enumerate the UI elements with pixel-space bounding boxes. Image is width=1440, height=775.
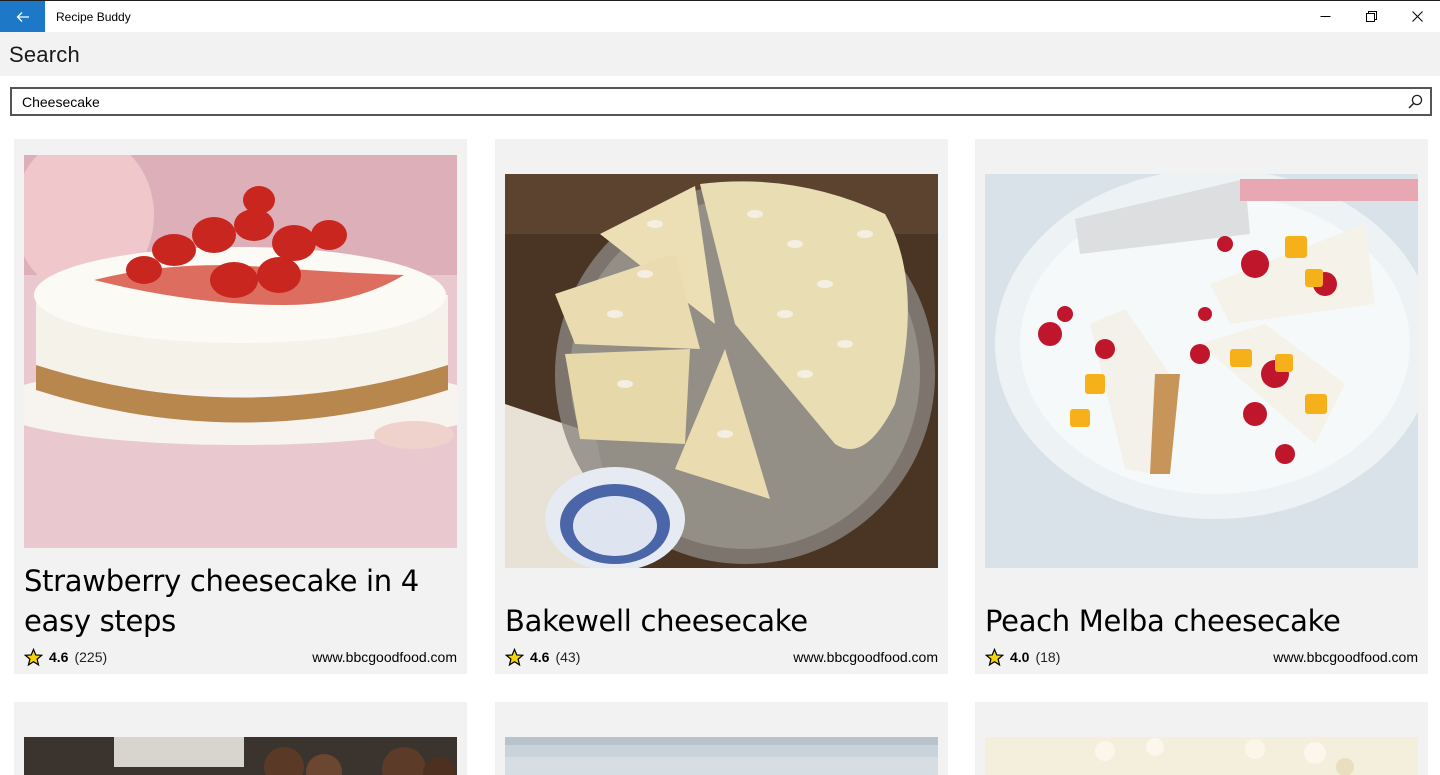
- restore-icon: [1365, 11, 1377, 22]
- recipe-source: www.bbcgoodfood.com: [1273, 649, 1418, 665]
- recipe-image: [985, 737, 1418, 775]
- bakewell-cheesecake-photo: [505, 174, 938, 568]
- recipe-image: [985, 174, 1418, 568]
- recipe-title: Strawberry cheesecake in 4 easy steps: [24, 564, 419, 638]
- rating-count: (43): [555, 649, 581, 665]
- recipe-meta: 4.6 (43) www.bbcgoodfood.com: [505, 647, 938, 667]
- search-box: [10, 87, 1432, 116]
- page-header: Search: [0, 32, 1440, 76]
- recipe-card[interactable]: Peach Melba cheesecake 4.0 (18) www.bbcg…: [975, 139, 1428, 674]
- minimize-icon: [1320, 16, 1330, 17]
- recipe-title: Peach Melba cheesecake: [985, 604, 1341, 638]
- recipe-photo: [985, 737, 1418, 775]
- back-button[interactable]: [0, 1, 45, 32]
- recipe-source: www.bbcgoodfood.com: [312, 649, 457, 665]
- star-icon: [985, 647, 1004, 666]
- rating-value: 4.6: [530, 649, 550, 665]
- recipe-photo: [505, 737, 938, 775]
- back-arrow-icon: [16, 11, 29, 22]
- recipe-card[interactable]: Strawberry cheesecake in 4 easy steps 4.…: [14, 139, 467, 674]
- recipe-image: [505, 174, 938, 568]
- close-button[interactable]: [1394, 1, 1440, 32]
- rating-count: (225): [74, 649, 108, 665]
- rating-value: 4.6: [49, 649, 69, 665]
- recipe-meta: 4.0 (18) www.bbcgoodfood.com: [985, 647, 1418, 667]
- strawberry-cheesecake-photo: [24, 155, 457, 548]
- search-icon: [1407, 94, 1422, 109]
- search-input[interactable]: [12, 89, 1400, 114]
- page-title: Search: [9, 42, 80, 67]
- star-icon: [24, 647, 43, 666]
- recipe-card[interactable]: [975, 702, 1428, 775]
- app-title: Recipe Buddy: [56, 9, 131, 24]
- rating-count: (18): [1035, 649, 1061, 665]
- recipe-image: [24, 737, 457, 775]
- recipe-card[interactable]: [14, 702, 467, 775]
- star-icon: [505, 647, 524, 666]
- minimize-button[interactable]: [1302, 1, 1348, 32]
- recipe-photo: [24, 737, 457, 775]
- recipe-image: [505, 737, 938, 775]
- peach-melba-cheesecake-photo: [985, 174, 1418, 568]
- recipe-title: Bakewell cheesecake: [505, 604, 808, 638]
- close-icon: [1411, 11, 1423, 22]
- restore-button[interactable]: [1348, 1, 1394, 32]
- recipe-image: [24, 155, 457, 548]
- recipe-meta: 4.6 (225) www.bbcgoodfood.com: [24, 647, 457, 667]
- recipe-source: www.bbcgoodfood.com: [793, 649, 938, 665]
- window-controls: [1302, 1, 1440, 32]
- recipe-card[interactable]: Bakewell cheesecake 4.6 (43) www.bbcgood…: [495, 139, 948, 674]
- rating-value: 4.0: [1010, 649, 1030, 665]
- recipe-card[interactable]: [495, 702, 948, 775]
- title-bar: Recipe Buddy: [0, 0, 1440, 32]
- search-button[interactable]: [1400, 89, 1430, 114]
